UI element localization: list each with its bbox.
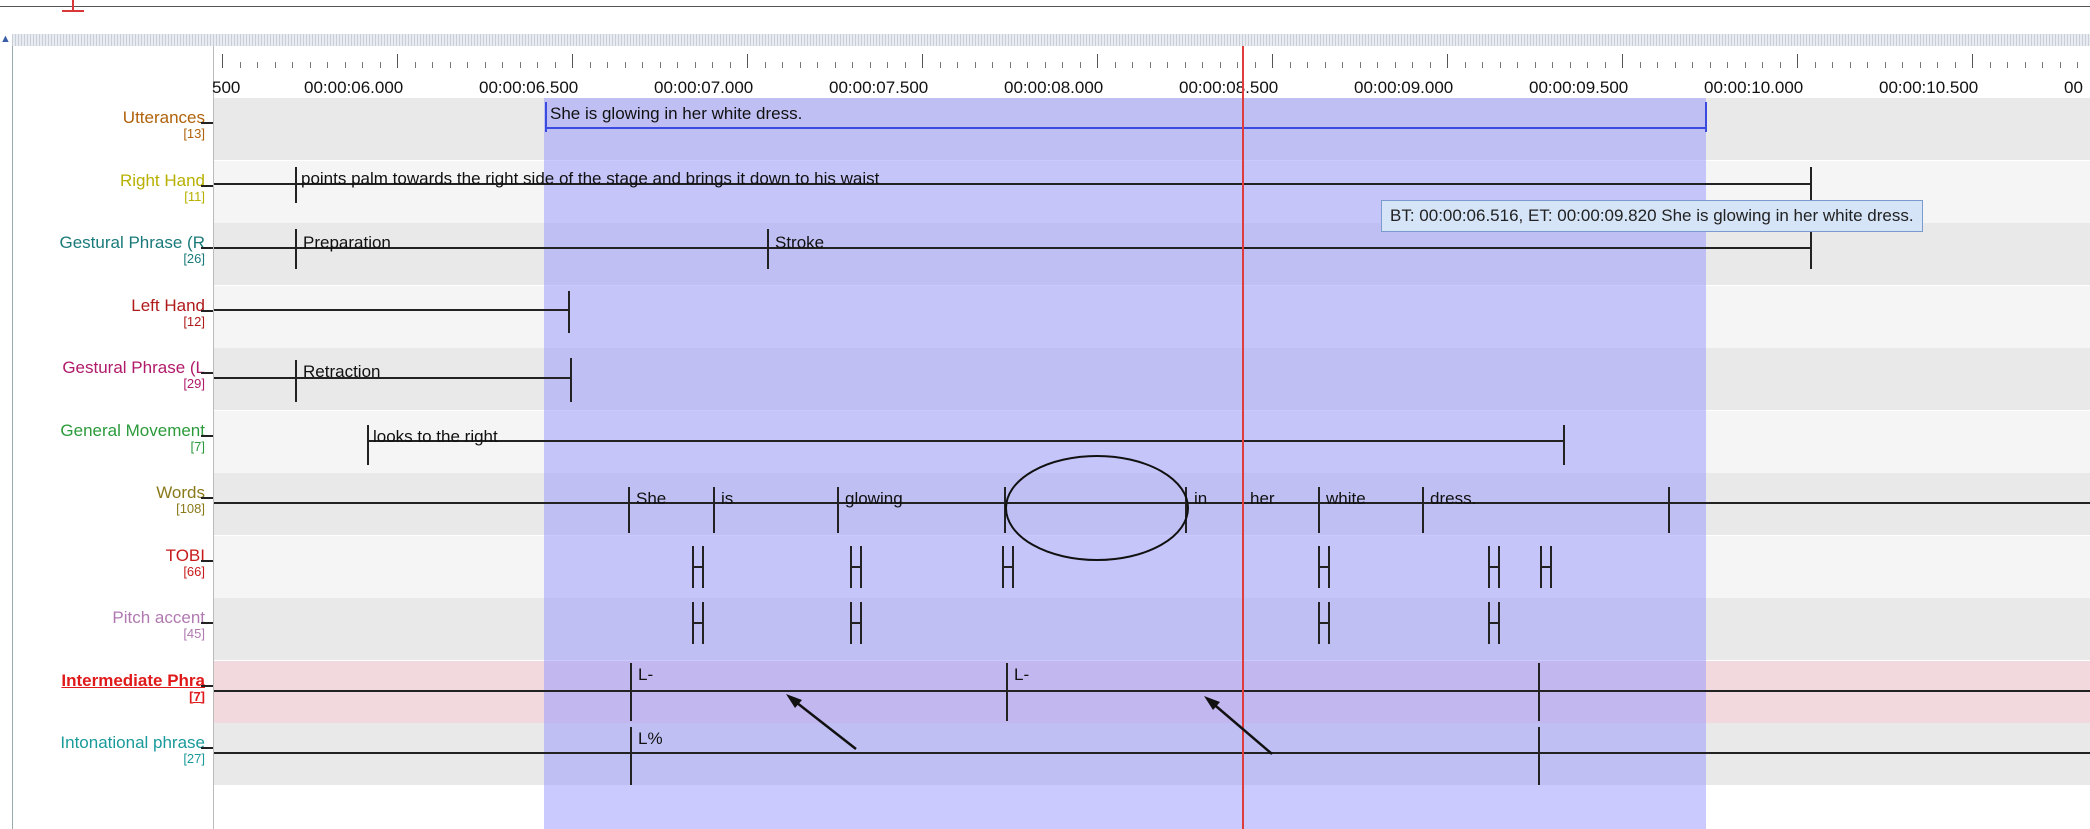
arrow-1 [791, 698, 857, 750]
highlight-ellipse [1005, 455, 1189, 561]
arrow-2 [1209, 700, 1273, 755]
markup-overlay [786, 455, 1273, 755]
